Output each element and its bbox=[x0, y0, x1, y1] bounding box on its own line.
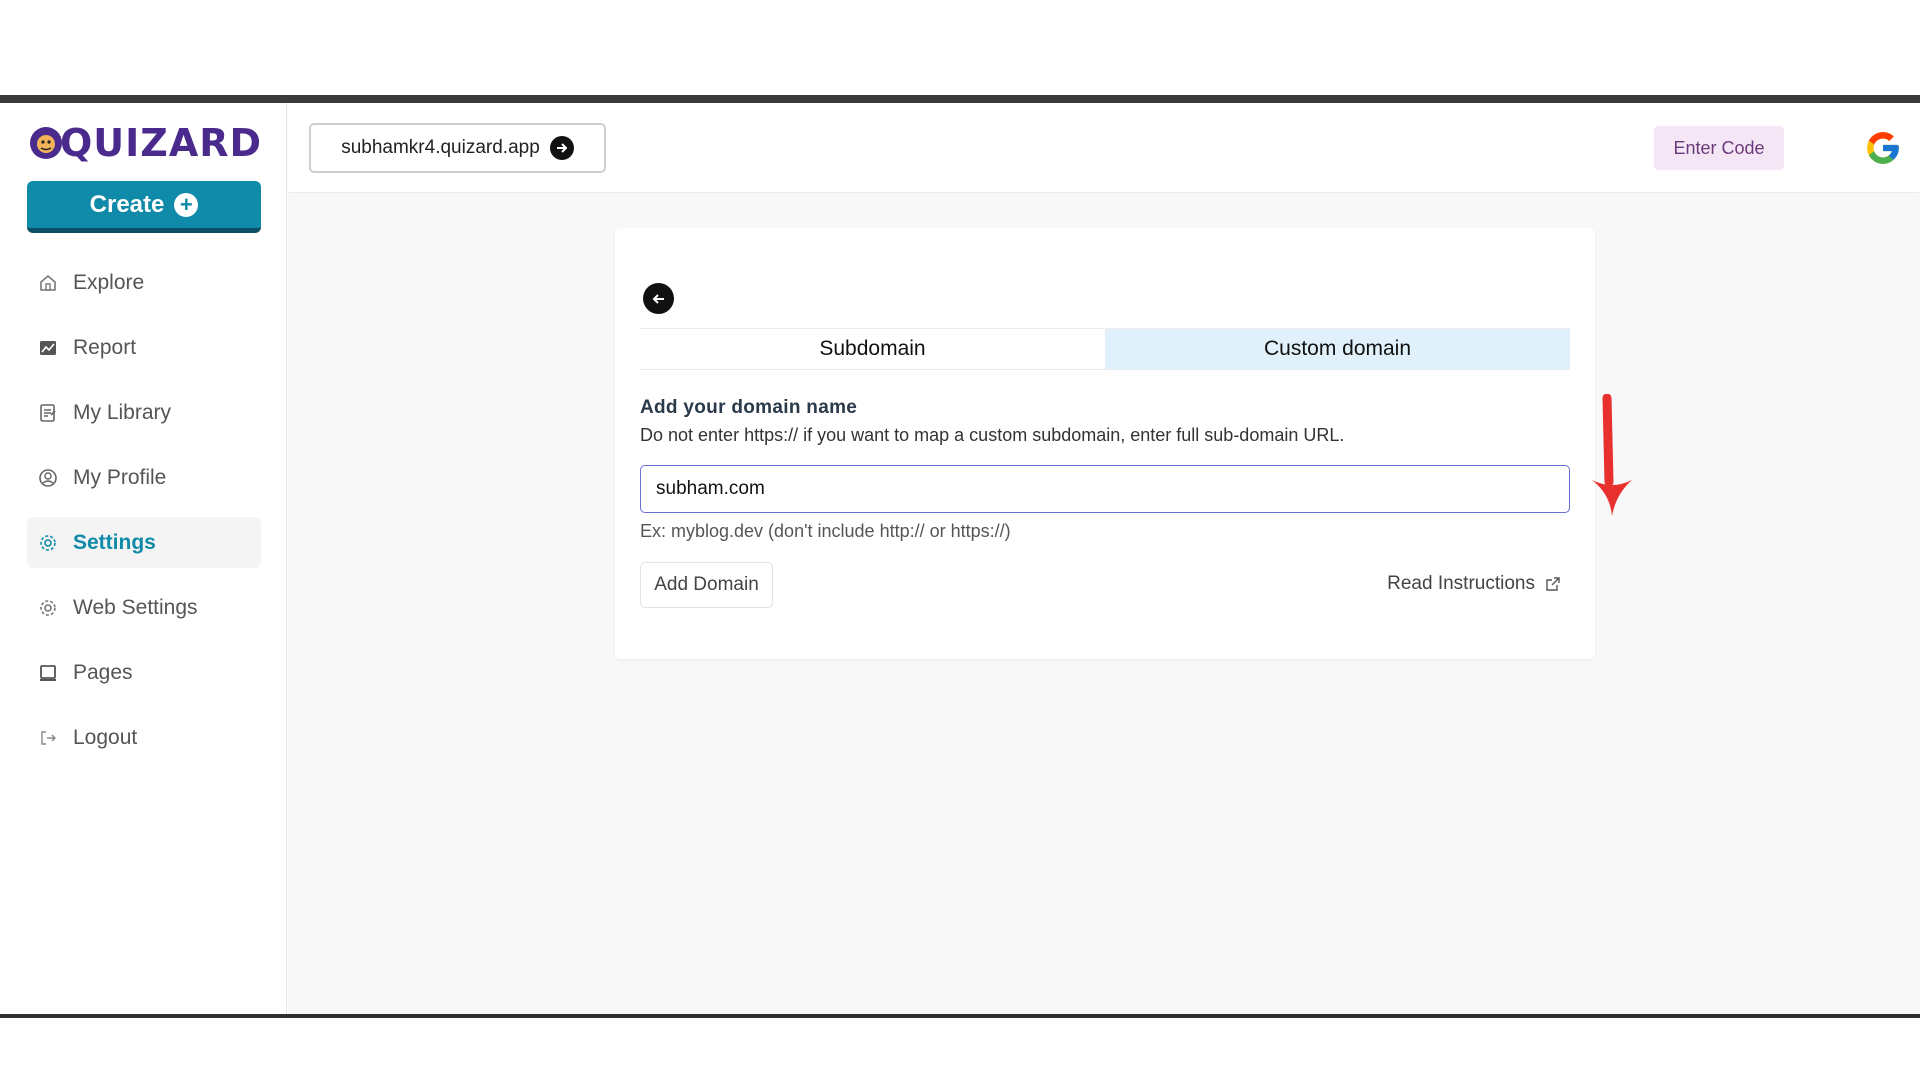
domain-input[interactable] bbox=[640, 465, 1570, 513]
domain-tabs: Subdomain Custom domain bbox=[640, 328, 1570, 370]
red-annotation-arrow-icon bbox=[1592, 394, 1632, 516]
sidebar-item-label: My Profile bbox=[73, 465, 167, 489]
tab-subdomain[interactable]: Subdomain bbox=[640, 329, 1105, 369]
sidebar-item-label: Pages bbox=[73, 660, 133, 684]
sidebar-item-my-profile[interactable]: My Profile bbox=[27, 452, 261, 503]
sidebar-item-pages[interactable]: Pages bbox=[27, 647, 261, 698]
quizard-logo[interactable]: QUIZARD bbox=[28, 121, 262, 165]
logout-icon bbox=[37, 727, 59, 749]
google-account-icon[interactable] bbox=[1864, 129, 1902, 167]
domain-example-hint: Ex: myblog.dev (don't include http:// or… bbox=[640, 521, 1011, 541]
plus-circle-icon: + bbox=[174, 192, 199, 217]
top-header: subhamkr4.quizard.app Enter Code bbox=[288, 103, 1920, 193]
logo-text: QUIZARD bbox=[60, 121, 263, 165]
pages-icon bbox=[37, 662, 59, 684]
sidebar-item-label: Web Settings bbox=[73, 595, 198, 619]
create-button[interactable]: Create + bbox=[27, 181, 261, 233]
sidebar-item-label: Logout bbox=[73, 725, 138, 749]
profile-icon bbox=[37, 467, 59, 489]
tab-custom-domain[interactable]: Custom domain bbox=[1105, 329, 1570, 369]
sidebar-item-label: Explore bbox=[73, 270, 145, 294]
sidebar-item-web-settings[interactable]: Web Settings bbox=[27, 582, 261, 633]
wizard-mascot-icon bbox=[30, 127, 62, 159]
site-domain-link[interactable]: subhamkr4.quizard.app bbox=[309, 123, 606, 173]
sidebar-item-label: Report bbox=[73, 335, 137, 359]
external-link-icon bbox=[1546, 577, 1560, 591]
arrow-right-circle-icon bbox=[549, 136, 574, 160]
sidebar: QUIZARD Create + Explore Report My Libra… bbox=[0, 103, 287, 1014]
domain-field-label: Add your domain name bbox=[640, 397, 858, 418]
add-domain-button[interactable]: Add Domain bbox=[640, 562, 773, 608]
create-button-label: Create bbox=[89, 190, 165, 218]
gear-icon bbox=[37, 532, 59, 554]
gear-icon bbox=[37, 597, 59, 619]
domain-settings-card: Subdomain Custom domain Add your domain … bbox=[615, 228, 1595, 659]
sidebar-item-logout[interactable]: Logout bbox=[27, 712, 261, 763]
sidebar-nav: Explore Report My Library My Profile Set… bbox=[27, 257, 261, 777]
enter-code-button[interactable]: Enter Code bbox=[1654, 126, 1784, 170]
site-domain-text: subhamkr4.quizard.app bbox=[341, 137, 540, 158]
chart-icon bbox=[37, 337, 59, 359]
sidebar-item-my-library[interactable]: My Library bbox=[27, 387, 261, 438]
arrow-left-icon bbox=[652, 293, 664, 304]
home-icon bbox=[37, 272, 59, 294]
top-frame-line bbox=[0, 95, 1920, 103]
read-instructions-label: Read Instructions bbox=[1387, 573, 1535, 594]
read-instructions-link[interactable]: Read Instructions bbox=[1387, 573, 1561, 595]
sidebar-item-label: My Library bbox=[73, 400, 172, 424]
app-window: QUIZARD Create + Explore Report My Libra… bbox=[0, 103, 1920, 1014]
main-content: Subdomain Custom domain Add your domain … bbox=[288, 194, 1920, 1014]
sidebar-item-label: Settings bbox=[73, 530, 156, 554]
back-button[interactable] bbox=[643, 283, 674, 314]
sidebar-item-explore[interactable]: Explore bbox=[27, 257, 261, 308]
bottom-frame-line bbox=[0, 1014, 1920, 1018]
domain-field-help: Do not enter https:// if you want to map… bbox=[640, 425, 1345, 445]
sidebar-item-settings[interactable]: Settings bbox=[27, 517, 261, 568]
sidebar-item-report[interactable]: Report bbox=[27, 322, 261, 373]
library-icon bbox=[37, 402, 59, 424]
